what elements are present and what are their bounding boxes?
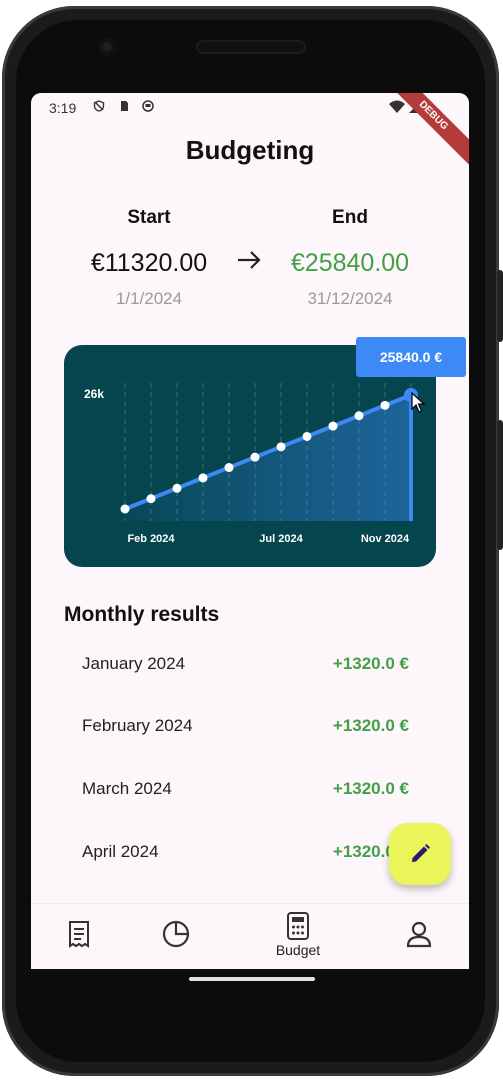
month-value: +1320.0 €	[332, 716, 409, 735]
earpiece-speaker	[196, 40, 306, 54]
page-title: Budgeting	[185, 135, 315, 165]
nav-item-statistics[interactable]	[136, 904, 216, 969]
end-date: 31/12/2024	[307, 289, 393, 308]
list-item[interactable]: February 2024 +1320.0 €	[82, 716, 412, 746]
chart-point[interactable]	[172, 483, 182, 493]
app-notification-icon	[142, 100, 154, 112]
y-tick-label: 26k	[84, 387, 104, 401]
start-label: Start	[127, 207, 171, 228]
pie-chart-icon	[162, 920, 190, 948]
month-label: February 2024	[82, 716, 193, 735]
end-amount: €25840.00	[290, 249, 410, 277]
balance-chart-card[interactable]: 26k Feb 2024 Jul 2024 Nov 2024	[64, 345, 436, 567]
shield-icon	[93, 100, 105, 112]
chart-point[interactable]	[302, 431, 312, 441]
nav-item-profile[interactable]	[379, 904, 459, 969]
chart-point[interactable]	[276, 442, 286, 452]
month-value: +1320.0 €	[332, 654, 409, 673]
receipt-icon	[69, 921, 89, 948]
status-time: 3:19	[49, 100, 77, 116]
month-label: April 2024	[82, 842, 159, 861]
person-icon	[406, 921, 432, 948]
balance-chart[interactable]: 26k Feb 2024 Jul 2024 Nov 2024	[64, 345, 436, 567]
wifi-icon	[389, 100, 405, 113]
power-button	[497, 270, 503, 342]
chart-point[interactable]	[224, 463, 234, 473]
nav-item-budget[interactable]: Budget	[258, 904, 338, 969]
month-label: January 2024	[82, 654, 186, 673]
list-item[interactable]: March 2024 +1320.0 €	[82, 779, 412, 809]
app-screen: 3:19 DEBUG Budgeting Start End €11320.00…	[31, 93, 469, 969]
list-item[interactable]: April 2024 +1320.0 €	[82, 842, 412, 872]
nav-label-budget: Budget	[275, 942, 321, 958]
status-bar: 3:19 DEBUG	[31, 93, 469, 165]
chart-point[interactable]	[354, 411, 364, 421]
monthly-results-title: Monthly results	[64, 603, 220, 626]
chart-point[interactable]	[328, 421, 338, 431]
start-date: 1/1/2024	[115, 289, 183, 308]
pencil-icon	[412, 844, 430, 862]
list-item[interactable]: January 2024 +1320.0 €	[82, 654, 412, 684]
chart-point[interactable]	[380, 400, 390, 410]
volume-button	[497, 420, 503, 550]
chart-point[interactable]	[198, 473, 208, 483]
x-tick-label: Jul 2024	[259, 533, 303, 545]
mouse-cursor-icon	[411, 392, 425, 413]
start-amount: €11320.00	[90, 249, 208, 277]
chart-point[interactable]	[146, 494, 156, 504]
front-camera	[98, 38, 116, 56]
x-tick-label: Feb 2024	[127, 533, 175, 545]
month-label: March 2024	[82, 779, 172, 798]
chart-point[interactable]	[120, 504, 130, 514]
month-value: +1320.0 €	[332, 779, 409, 798]
chart-tooltip: 25840.0 €	[356, 337, 466, 377]
home-indicator[interactable]	[189, 977, 315, 981]
nav-item-transactions[interactable]	[39, 904, 119, 969]
end-label: End	[332, 207, 368, 228]
sim-card-icon	[121, 101, 128, 111]
chart-point[interactable]	[250, 452, 260, 462]
edit-fab-button[interactable]	[389, 823, 451, 885]
bottom-navigation: Budget	[31, 903, 469, 969]
calculator-icon	[287, 912, 309, 940]
x-tick-label: Nov 2024	[361, 533, 410, 545]
